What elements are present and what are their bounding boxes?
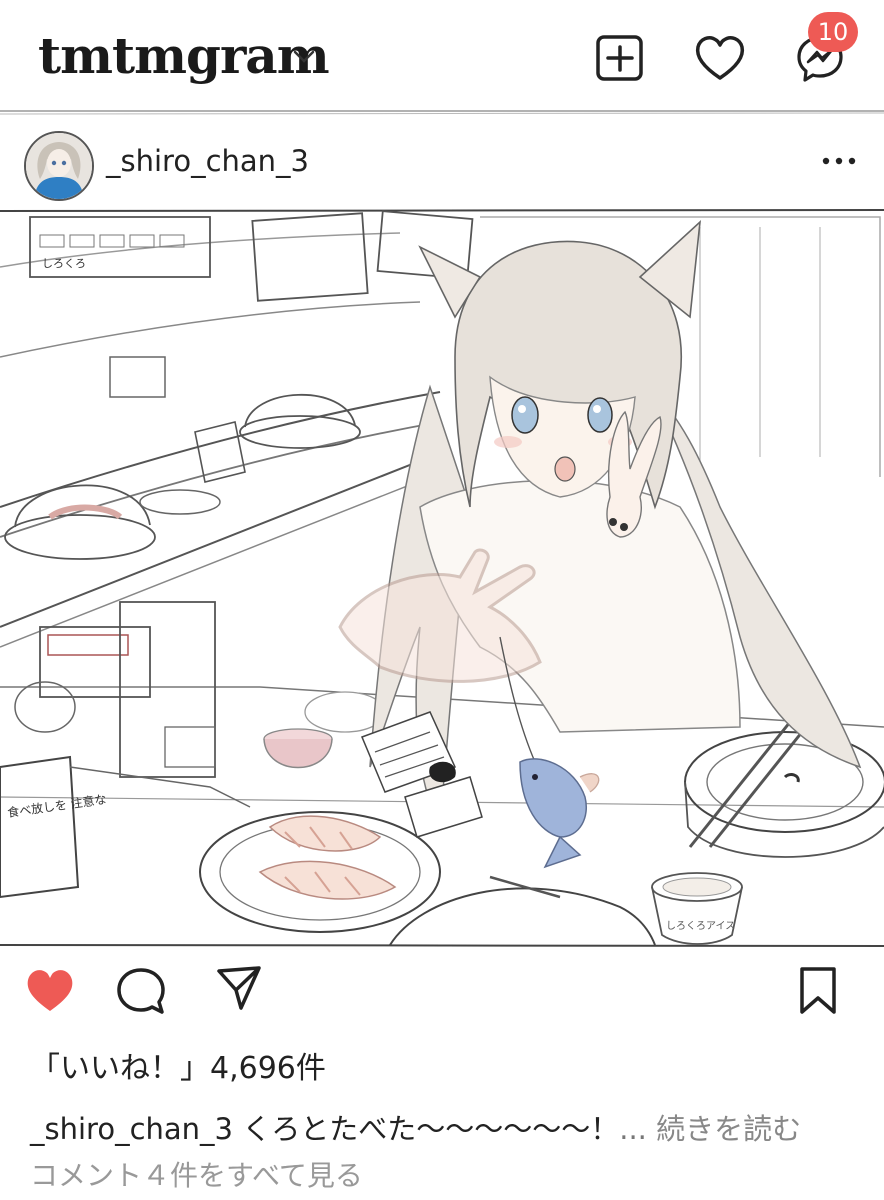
likes-count[interactable]: 「いいね！」4,696件 xyxy=(30,1043,326,1087)
caption-text: くろとたべた〜〜〜〜〜〜！ xyxy=(242,1112,620,1146)
more-options-icon[interactable] xyxy=(816,146,862,176)
app-header: tmtmgram 10 xyxy=(0,0,884,115)
notification-badge[interactable]: 10 xyxy=(808,12,858,52)
app-logo[interactable]: tmtmgram xyxy=(38,26,330,85)
new-post-icon[interactable] xyxy=(592,30,648,86)
artwork-sign-left: しろくろ xyxy=(42,257,86,270)
header-divider xyxy=(0,110,884,115)
read-more-link[interactable]: 続きを読む xyxy=(656,1112,801,1146)
post-username[interactable]: _shiro_chan_3 xyxy=(106,144,309,178)
comment-icon[interactable] xyxy=(114,965,168,1017)
caption-ellipsis: ... xyxy=(619,1112,647,1146)
heart-icon[interactable] xyxy=(692,30,748,86)
caption: _shiro_chan_3 くろとたべた〜〜〜〜〜〜！... 続きを読む xyxy=(30,1106,801,1148)
bookmark-icon[interactable] xyxy=(796,964,840,1016)
avatar-image xyxy=(26,133,92,199)
avatar[interactable] xyxy=(24,131,94,201)
artwork-sign-ice: しろくろアイス xyxy=(666,920,735,932)
view-all-comments-link[interactable]: コメント４件をすべて見る xyxy=(30,1154,363,1194)
share-icon[interactable] xyxy=(214,963,264,1013)
caption-username[interactable]: _shiro_chan_3 xyxy=(30,1112,233,1146)
post-image[interactable]: しろくろ 食べ放しを 注意な しろくろアイス xyxy=(0,207,884,949)
chevron-down-icon[interactable] xyxy=(292,46,316,66)
like-heart-icon[interactable] xyxy=(24,965,76,1015)
